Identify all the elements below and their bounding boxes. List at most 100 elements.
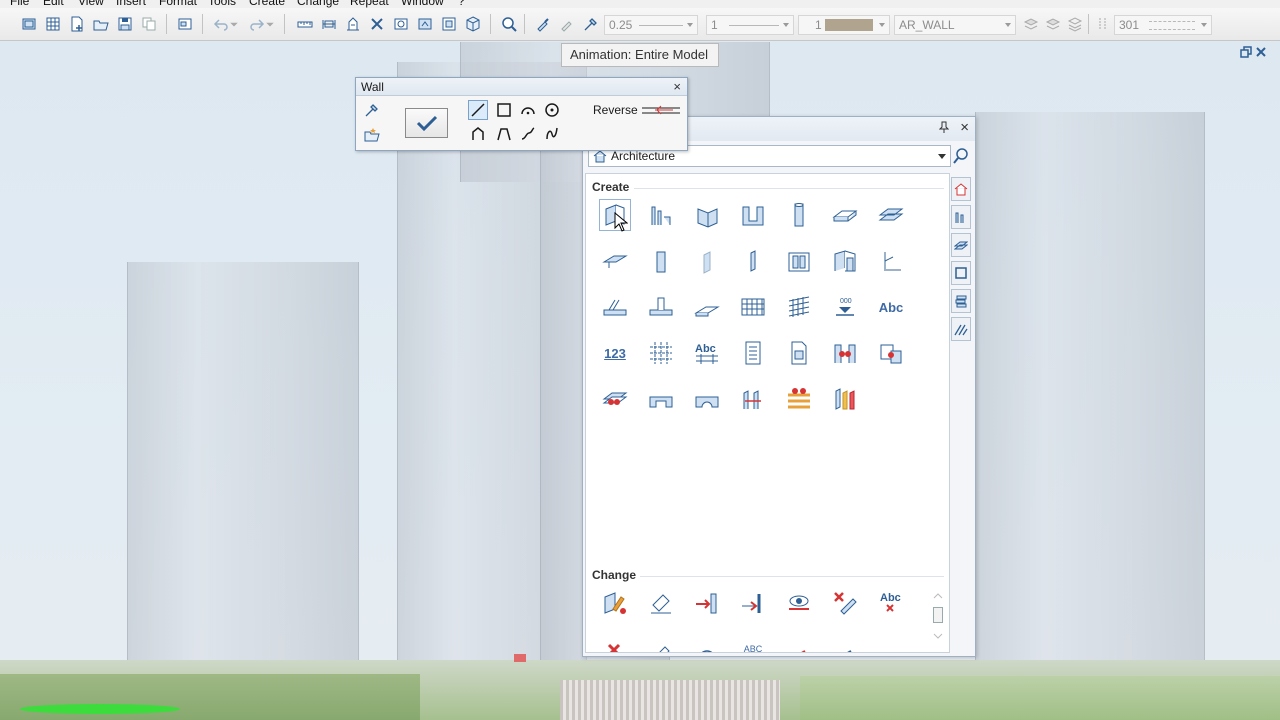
- stretch-tool[interactable]: [776, 626, 822, 652]
- redo-dropdown-icon[interactable]: [265, 15, 275, 33]
- panel-tool[interactable]: [684, 238, 730, 284]
- line-type-select[interactable]: 1: [706, 15, 794, 35]
- circle-mode-icon[interactable]: [542, 100, 562, 120]
- axis-grid-tool[interactable]: [638, 330, 684, 376]
- report-tool[interactable]: [776, 330, 822, 376]
- delete-element-tool[interactable]: [822, 580, 868, 626]
- arc-mode-icon[interactable]: [518, 100, 538, 120]
- rotate-tool[interactable]: [638, 626, 684, 652]
- menu-file[interactable]: File: [10, 0, 29, 8]
- niche-tool[interactable]: [684, 376, 730, 422]
- layer-down-icon[interactable]: [1022, 15, 1040, 33]
- palette-close-button[interactable]: ×: [960, 119, 969, 136]
- menu-change[interactable]: Change: [297, 0, 339, 8]
- roof-tool[interactable]: [684, 284, 730, 330]
- slab-tool[interactable]: [822, 192, 868, 238]
- label-tool[interactable]: Abc: [684, 330, 730, 376]
- dropper-icon[interactable]: [582, 15, 600, 33]
- wall-profile-tool[interactable]: [638, 192, 684, 238]
- grid-tool[interactable]: [730, 284, 776, 330]
- layer-up-icon[interactable]: [1044, 15, 1062, 33]
- polygon-mode-icon[interactable]: [468, 124, 488, 144]
- wall-favorites-icon[interactable]: [362, 124, 382, 144]
- spline-mode-icon[interactable]: [518, 124, 538, 144]
- wall-confirm-button[interactable]: [405, 108, 448, 138]
- project-icon[interactable]: [20, 15, 38, 33]
- redo-icon[interactable]: [248, 15, 266, 33]
- save-icon[interactable]: [116, 15, 134, 33]
- rectangle-mode-icon[interactable]: [494, 100, 514, 120]
- view-icon[interactable]: [392, 15, 410, 33]
- building-structure-icon[interactable]: [344, 15, 362, 33]
- join-tool[interactable]: [730, 580, 776, 626]
- connect-tool[interactable]: [868, 330, 914, 376]
- layer-stack-icon[interactable]: [1066, 15, 1084, 33]
- wall-close-button[interactable]: ×: [673, 80, 681, 93]
- animation-icon[interactable]: [500, 15, 518, 33]
- section-scrollbar[interactable]: [933, 589, 943, 645]
- hatch-select[interactable]: 301: [1114, 15, 1212, 35]
- reverse-direction-icon[interactable]: [641, 104, 681, 116]
- modify-properties-tool[interactable]: [592, 580, 638, 626]
- line-mode-icon[interactable]: [468, 100, 488, 120]
- tab-library[interactable]: [951, 177, 971, 201]
- model-icon[interactable]: [416, 15, 434, 33]
- color-select[interactable]: 1: [798, 15, 890, 35]
- modify-label-tool[interactable]: ABC: [730, 626, 776, 652]
- opening-tool[interactable]: [638, 376, 684, 422]
- numbering-tool[interactable]: 123: [592, 330, 638, 376]
- offset-tool[interactable]: [868, 626, 914, 652]
- curve-mode-icon[interactable]: [542, 124, 562, 144]
- format-painter-icon[interactable]: [534, 15, 552, 33]
- tab-floor[interactable]: [951, 233, 971, 257]
- menu-insert[interactable]: Insert: [116, 0, 146, 8]
- surface-elements-tool[interactable]: [822, 376, 868, 422]
- delete-tool[interactable]: [592, 626, 638, 652]
- pin-icon[interactable]: [938, 121, 950, 136]
- column-tool[interactable]: [776, 192, 822, 238]
- menu-edit[interactable]: Edit: [43, 0, 64, 8]
- floor-tool[interactable]: [592, 376, 638, 422]
- tab-stairs[interactable]: [951, 317, 971, 341]
- menu-format[interactable]: Format: [159, 0, 197, 8]
- extend-tool[interactable]: [684, 580, 730, 626]
- layer-select[interactable]: AR_WALL: [894, 15, 1016, 35]
- wall-properties-icon[interactable]: [362, 100, 382, 120]
- menu-window[interactable]: Window: [401, 0, 444, 8]
- eraser-tool[interactable]: [638, 580, 684, 626]
- measure-icon[interactable]: [296, 15, 314, 33]
- menu-repeat[interactable]: Repeat: [350, 0, 389, 8]
- menu-view[interactable]: View: [78, 0, 104, 8]
- stair-tool[interactable]: [592, 284, 638, 330]
- pillar-tool[interactable]: [638, 238, 684, 284]
- pen-thickness-select[interactable]: 0.25: [604, 15, 698, 35]
- undo-icon[interactable]: [212, 15, 230, 33]
- mesh-tool[interactable]: [776, 284, 822, 330]
- layer-assign-tool[interactable]: [776, 376, 822, 422]
- undo-dropdown-icon[interactable]: [229, 15, 239, 33]
- arc-tool[interactable]: [684, 626, 730, 652]
- pattern-icon[interactable]: [1094, 15, 1112, 33]
- room-tool[interactable]: [822, 330, 868, 376]
- tab-objects[interactable]: [951, 261, 971, 285]
- restore-icon[interactable]: [1240, 46, 1252, 58]
- scroll-thumb[interactable]: [933, 607, 943, 623]
- chevron-down-icon[interactable]: [933, 633, 943, 639]
- layout-icon[interactable]: [176, 15, 194, 33]
- modify-text-tool[interactable]: Abc: [868, 580, 914, 626]
- cube-icon[interactable]: [464, 15, 482, 33]
- slab-opening-tool[interactable]: [868, 192, 914, 238]
- recess-tool[interactable]: [868, 238, 914, 284]
- wall-toolbar-title[interactable]: Wall: [356, 78, 687, 96]
- tab-wall-profile[interactable]: [951, 205, 971, 229]
- beam-tool[interactable]: [592, 238, 638, 284]
- close-icon[interactable]: [1255, 46, 1267, 58]
- split-wall-tool[interactable]: [730, 376, 776, 422]
- window-tool[interactable]: [776, 238, 822, 284]
- dimension-icon[interactable]: [320, 15, 338, 33]
- visibility-tool[interactable]: [776, 580, 822, 626]
- new-file-icon[interactable]: [68, 15, 86, 33]
- text-tool[interactable]: Abc: [868, 284, 914, 330]
- menu-tools[interactable]: Tools: [208, 0, 236, 8]
- post-tool[interactable]: [730, 238, 776, 284]
